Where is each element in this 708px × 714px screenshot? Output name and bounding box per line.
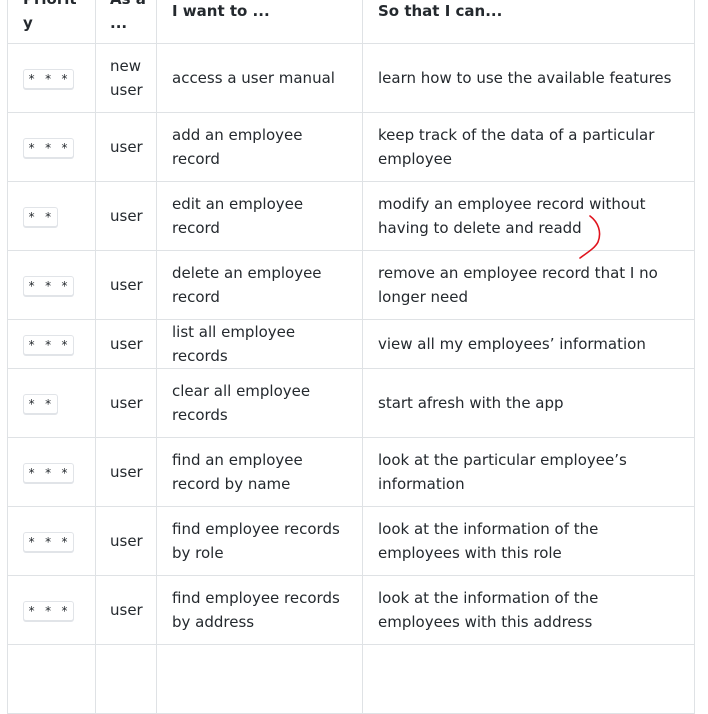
priority-badge: * * * <box>23 276 75 296</box>
role-cell: new user <box>95 43 157 113</box>
table-row: * * * user list all employee records vie… <box>7 319 695 369</box>
benefit-cell <box>362 644 695 714</box>
header-priority: Priority <box>7 0 96 44</box>
table-row: * * * user delete an employee record rem… <box>7 250 695 320</box>
want-cell: access a user manual <box>156 43 363 113</box>
table-row: * * * user find an employee record by na… <box>7 437 695 507</box>
want-cell: delete an employee record <box>156 250 363 320</box>
role-cell: user <box>95 437 157 507</box>
want-cell: find employee records by role <box>156 506 363 576</box>
want-cell: clear all employee records <box>156 368 363 438</box>
want-cell: find employee records by address <box>156 575 363 645</box>
want-cell: find an employee record by name <box>156 437 363 507</box>
priority-cell: * * * <box>7 506 96 576</box>
role-cell: user <box>95 250 157 320</box>
header-i-want-to: I want to ... <box>156 0 363 44</box>
benefit-cell: remove an employee record that I no long… <box>362 250 695 320</box>
role-cell: user <box>95 368 157 438</box>
role-cell <box>95 644 157 714</box>
priority-badge: * * <box>23 394 58 414</box>
role-cell: user <box>95 319 157 369</box>
priority-cell: * * * <box>7 43 96 113</box>
benefit-cell: look at the particular employee’s inform… <box>362 437 695 507</box>
want-cell <box>156 644 363 714</box>
priority-badge: * * * <box>23 69 75 89</box>
priority-badge: * * * <box>23 335 75 355</box>
role-cell: user <box>95 506 157 576</box>
table-row: * * user edit an employee record modify … <box>7 181 695 251</box>
priority-cell: * * <box>7 368 96 438</box>
priority-badge: * * * <box>23 138 75 158</box>
table-row: * * * user find employee records by role… <box>7 506 695 576</box>
table-row-partial <box>7 644 695 714</box>
benefit-cell: keep track of the data of a particular e… <box>362 112 695 182</box>
priority-badge: * * <box>23 207 58 227</box>
role-cell: user <box>95 112 157 182</box>
header-as-a: As a ... <box>95 0 157 44</box>
table-row: * * * user find employee records by addr… <box>7 575 695 645</box>
want-cell: add an employee record <box>156 112 363 182</box>
role-cell: user <box>95 181 157 251</box>
table-row: * * user clear all employee records star… <box>7 368 695 438</box>
role-cell: user <box>95 575 157 645</box>
table-header-row: Priority As a ... I want to ... So that … <box>7 0 695 44</box>
benefit-cell: look at the information of the employees… <box>362 506 695 576</box>
benefit-cell: learn how to use the available features <box>362 43 695 113</box>
table-row: * * * user add an employee record keep t… <box>7 112 695 182</box>
header-so-that: So that I can... <box>362 0 695 44</box>
user-stories-container: Priority As a ... I want to ... So that … <box>0 0 708 714</box>
benefit-cell: modify an employee record without having… <box>362 181 695 251</box>
want-cell: edit an employee record <box>156 181 363 251</box>
priority-badge: * * * <box>23 463 75 483</box>
benefit-cell: start afresh with the app <box>362 368 695 438</box>
benefit-cell: look at the information of the employees… <box>362 575 695 645</box>
priority-cell: * * <box>7 181 96 251</box>
priority-badge: * * * <box>23 532 75 552</box>
table-row: * * * new user access a user manual lear… <box>7 43 695 113</box>
priority-cell: * * * <box>7 319 96 369</box>
priority-badge: * * * <box>23 601 75 621</box>
priority-cell: * * * <box>7 437 96 507</box>
want-cell: list all employee records <box>156 319 363 369</box>
priority-cell: * * * <box>7 250 96 320</box>
priority-cell: * * * <box>7 575 96 645</box>
priority-cell: * * * <box>7 112 96 182</box>
benefit-cell: view all my employees’ information <box>362 319 695 369</box>
user-stories-table: Priority As a ... I want to ... So that … <box>7 0 695 714</box>
priority-cell <box>7 644 96 714</box>
